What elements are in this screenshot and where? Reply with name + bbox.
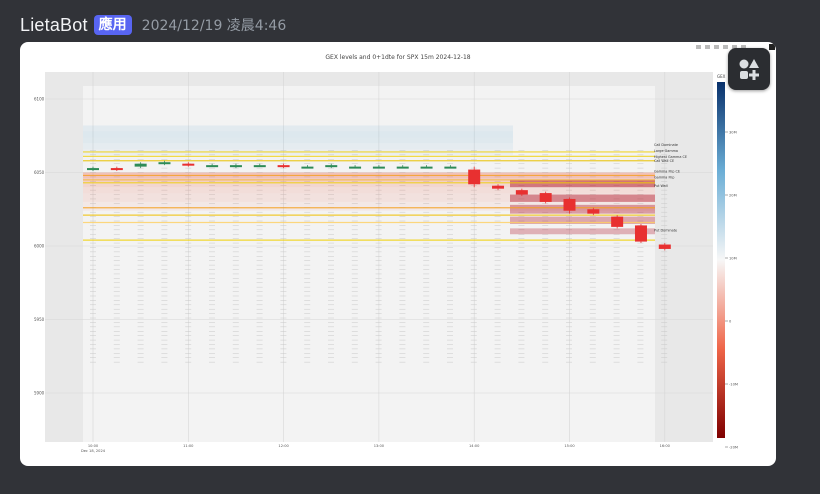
message-timestamp[interactable]: 2024/12/19 凌晨4:46 <box>142 15 287 35</box>
positive-gex-band <box>83 125 513 132</box>
candle-body <box>444 166 457 169</box>
x-tick-label: 11:00 <box>183 444 194 448</box>
level-label: Put Wall <box>654 184 668 188</box>
level-label: Put Dominate <box>654 228 677 232</box>
level-label: Call Wall CE <box>654 159 674 163</box>
candle-body <box>110 168 123 171</box>
negative-gex-band <box>83 187 655 194</box>
candle-body <box>372 166 385 169</box>
colorbar-title: GEX <box>717 74 726 79</box>
x-tick-label: 10:00 <box>88 444 99 448</box>
x-tick-label: 16:00 <box>660 444 671 448</box>
y-tick-label: 6100 <box>34 97 45 102</box>
strong-negative-gex-band <box>510 179 655 188</box>
strong-negative-gex-band <box>510 194 655 202</box>
colorbar-tick-label: 0 <box>729 320 732 324</box>
colorbar-tick-label: -10M <box>729 383 738 387</box>
candle-body <box>206 165 219 168</box>
candle-body <box>634 225 647 242</box>
app-badge: 應用 <box>93 15 132 35</box>
level-label: Call Dominate <box>654 143 678 147</box>
chart-title: GEX levels and 0+1dte for SPX 15m 2024-1… <box>325 54 470 61</box>
colorbar <box>717 82 725 438</box>
level-label: Gamma Flip <box>654 175 674 179</box>
candle-body <box>229 165 242 168</box>
candle-body <box>587 209 600 214</box>
candle-body <box>396 166 409 169</box>
level-label: Large Gamma <box>654 149 678 153</box>
candle-body <box>492 185 505 189</box>
author-name[interactable]: LietaBot <box>20 15 88 36</box>
candle-body <box>420 166 433 169</box>
candle-body <box>87 168 99 171</box>
candle-body <box>349 166 362 169</box>
colorbar-tick-label: 30M <box>729 131 737 135</box>
message-header: LietaBot 應用 2024/12/19 凌晨4:46 <box>20 12 286 38</box>
strong-negative-gex-band <box>510 228 655 235</box>
level-label: Gamma Flip CE <box>654 170 680 174</box>
candle-body <box>277 165 290 168</box>
candle-body <box>539 193 552 202</box>
x-tick-label: 12:00 <box>278 444 289 448</box>
y-axis-ticks: 6100 6050 6000 5950 5900 <box>34 97 45 396</box>
candle-body <box>325 165 338 168</box>
apps-button[interactable] <box>728 48 770 90</box>
y-tick-label: 6000 <box>34 244 45 249</box>
gex-heatmap-chart: GEX levels and 0+1dte for SPX 15m 2024-1… <box>34 44 775 453</box>
candle-body <box>134 163 147 167</box>
apps-icon <box>739 59 759 80</box>
candle-body <box>301 166 314 169</box>
candle-body <box>182 163 195 166</box>
positive-gex-band <box>83 143 513 149</box>
positive-gex-band <box>83 137 513 144</box>
colorbar-tick-label: -20M <box>729 446 738 450</box>
colorbar-tick-label: 20M <box>729 194 737 198</box>
x-tick-label: 13:00 <box>374 444 385 448</box>
x-tick-label: Dec 18, 2024 <box>81 449 106 453</box>
candle-body <box>515 190 528 195</box>
candle-body <box>158 162 171 165</box>
x-tick-label: 15:00 <box>564 444 575 448</box>
candle-body <box>658 244 671 249</box>
level-label: Highest Gamma CE <box>654 155 687 159</box>
colorbar-tick-label: 10M <box>729 257 737 261</box>
candle-body <box>611 216 624 227</box>
x-axis-ticks: 10:00Dec 18, 2024 11:00 12:00 13:00 14:00 15:… <box>81 444 671 453</box>
positive-gex-band <box>83 131 513 138</box>
y-tick-label: 5900 <box>34 391 45 396</box>
image-attachment[interactable]: GEX levels and 0+1dte for SPX 15m 2024-1… <box>20 42 776 466</box>
y-tick-label: 5950 <box>34 317 45 322</box>
candle-body <box>253 165 266 168</box>
x-tick-label: 14:00 <box>469 444 480 448</box>
candle-body <box>563 198 576 211</box>
strong-negative-gex-band <box>510 204 655 214</box>
y-tick-label: 6050 <box>34 170 45 175</box>
candle-body <box>468 169 481 185</box>
colorbar-ticks: 30M 20M 10M 0 -10M -20M <box>725 131 738 450</box>
